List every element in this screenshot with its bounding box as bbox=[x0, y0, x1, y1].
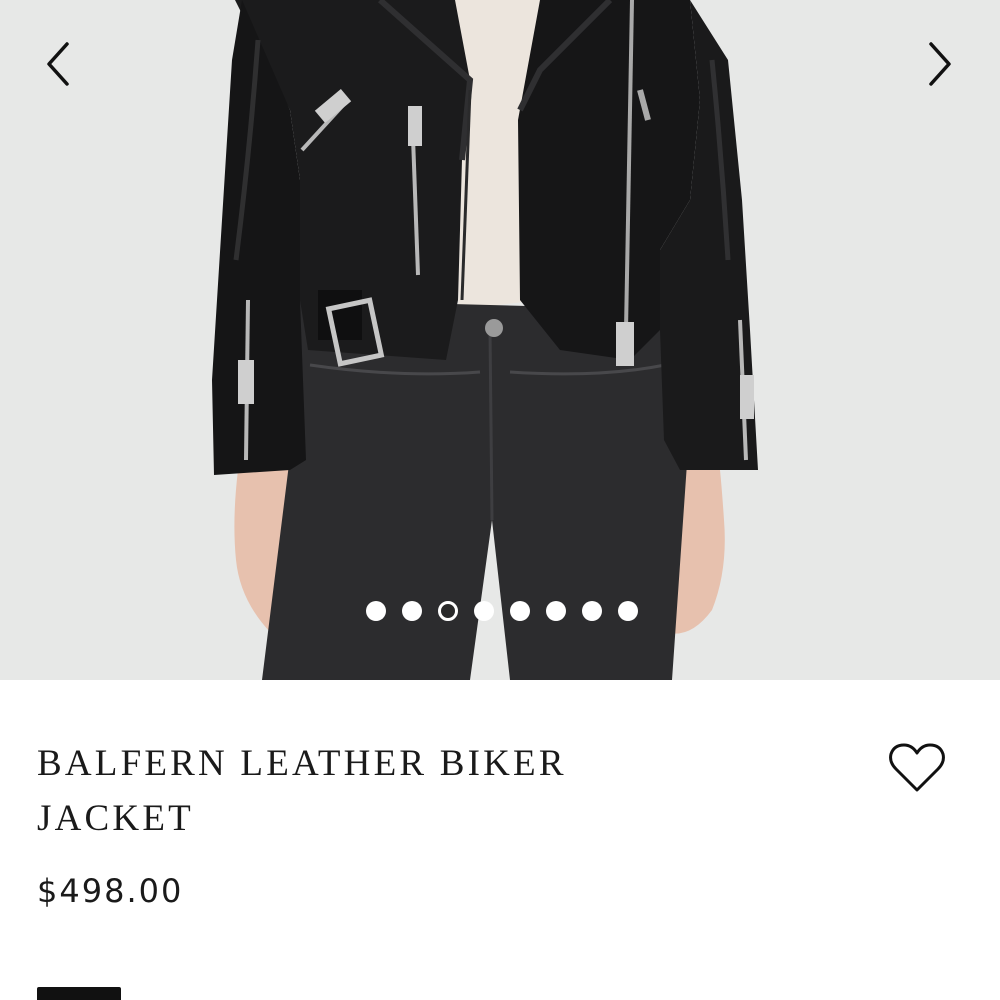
previous-image-button[interactable] bbox=[34, 38, 82, 90]
product-info: BALFERN LEATHER BIKER JACKET $498.00 bbox=[0, 680, 1000, 1000]
carousel-dot-4[interactable] bbox=[474, 601, 494, 621]
product-price: $498.00 bbox=[37, 872, 184, 910]
carousel-dot-6[interactable] bbox=[546, 601, 566, 621]
carousel-dot-5[interactable] bbox=[510, 601, 530, 621]
product-title: BALFERN LEATHER BIKER JACKET bbox=[37, 743, 567, 839]
next-image-button[interactable] bbox=[916, 38, 964, 90]
chevron-right-icon bbox=[929, 42, 951, 86]
carousel-pagination bbox=[366, 601, 638, 621]
product-photo bbox=[0, 0, 1000, 680]
wishlist-button[interactable] bbox=[886, 740, 948, 796]
carousel-dot-8[interactable] bbox=[618, 601, 638, 621]
carousel-dot-3-active[interactable] bbox=[438, 601, 458, 621]
carousel-dot-1[interactable] bbox=[366, 601, 386, 621]
carousel-dot-2[interactable] bbox=[402, 601, 422, 621]
product-image-carousel[interactable] bbox=[0, 0, 1000, 680]
product-page: BALFERN LEATHER BIKER JACKET $498.00 bbox=[0, 0, 1000, 1000]
heart-outline-icon bbox=[889, 743, 945, 792]
color-swatch-black[interactable] bbox=[37, 987, 121, 1000]
carousel-dot-7[interactable] bbox=[582, 601, 602, 621]
chevron-left-icon bbox=[47, 42, 69, 86]
